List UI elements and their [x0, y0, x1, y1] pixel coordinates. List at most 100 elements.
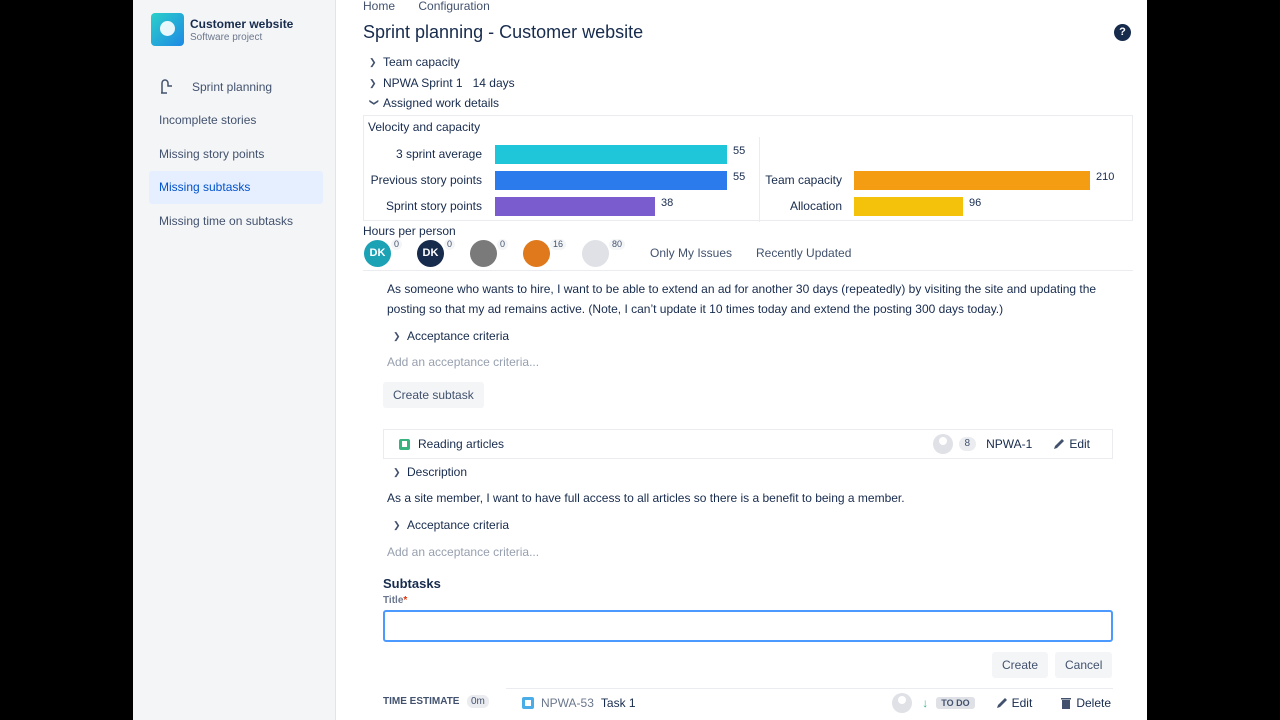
story-row-reading-articles[interactable]: Reading articles 8 NPWA-1 Edit [383, 429, 1113, 459]
sidebar-item-incomplete-stories[interactable]: Incomplete stories [149, 104, 323, 138]
cancel-button[interactable]: Cancel [1055, 652, 1113, 678]
title-field-label: Title* [383, 595, 407, 606]
hours-badge: 0 [497, 239, 509, 250]
main-content: Home Configuration Sprint planning - Cus… [363, 0, 1133, 720]
sidebar-item-label: Missing subtasks [159, 180, 251, 195]
sidebar-nav: Sprint planning Incomplete stories Missi… [149, 70, 323, 238]
chevron-right-icon: ❯ [369, 77, 377, 88]
sidebar-item-missing-story-points[interactable]: Missing story points [149, 137, 323, 171]
subtask-list: TIME ESTIMATE 0m NPWA-53 Task 1 ↓ TO DO … [383, 688, 1113, 716]
sidebar: Customer website Software project Sprint… [133, 0, 336, 720]
add-acceptance-link[interactable]: Add an acceptance criteria... [387, 545, 539, 559]
velocity-bar [854, 170, 1090, 190]
project-type: Software project [190, 31, 263, 43]
bar-label: Allocation [789, 199, 842, 213]
assignee-filter: DK 0 DK 0 0 16 80 Only My Issues Recently Upda… [363, 239, 1133, 268]
sprint-toggle[interactable]: ❯ NPWA Sprint 1 14 days [369, 76, 515, 90]
sprint-name: NPWA Sprint 1 [383, 76, 463, 90]
panel-divider [759, 137, 760, 222]
assignee-avatar[interactable]: DK [364, 240, 391, 267]
add-acceptance-link[interactable]: Add an acceptance criteria... [387, 355, 539, 369]
velocity-panel: Velocity and capacity 3 sprint average 55… [363, 115, 1133, 222]
assignee-avatar[interactable] [470, 240, 497, 267]
acceptance-toggle[interactable]: ❯ Acceptance criteria [393, 518, 509, 532]
edit-button[interactable]: Edit [1052, 437, 1090, 451]
hours-badge: 0 [391, 239, 403, 250]
subtask-edit-button[interactable]: Edit [995, 696, 1032, 710]
expander-label: Assigned work details [383, 96, 500, 110]
velocity-bar [495, 196, 655, 216]
velocity-bar [854, 196, 963, 216]
expander-label: Acceptance criteria [407, 329, 510, 343]
bar-value: 38 [661, 197, 674, 209]
divider [363, 270, 1133, 271]
bar-label: 3 sprint average [395, 147, 482, 161]
velocity-bar [495, 144, 727, 164]
expander-label: Team capacity [383, 55, 460, 69]
story-icon [399, 438, 410, 450]
description-toggle[interactable]: ❯ Description [393, 465, 467, 479]
assigned-work-toggle[interactable]: ❯ Assigned work details [369, 96, 500, 110]
acceptance-toggle[interactable]: ❯ Acceptance criteria [393, 329, 509, 343]
velocity-bar-row: Allocation 96 [762, 196, 981, 216]
bar-label: Team capacity [765, 173, 842, 187]
velocity-bar [495, 170, 727, 190]
unassigned-avatar-icon[interactable] [932, 434, 953, 454]
unassigned-avatar-icon[interactable] [892, 692, 913, 713]
expander-label: Description [407, 465, 468, 479]
subtask-key[interactable]: NPWA-53 [541, 696, 594, 710]
sidebar-item-label: Sprint planning [192, 79, 273, 94]
bar-label: Previous story points [370, 173, 482, 187]
breadcrumb-configuration[interactable]: Configuration [418, 0, 489, 13]
chevron-right-icon: ❯ [393, 330, 401, 341]
breadcrumb-home[interactable]: Home [363, 0, 395, 13]
chevron-right-icon: ❯ [393, 466, 401, 477]
subtasks-heading: Subtasks [383, 576, 441, 591]
assignee-avatar[interactable]: DK [417, 240, 444, 267]
recently-updated-filter[interactable]: Recently Updated [756, 246, 851, 260]
hours-badge: 0 [444, 239, 456, 250]
status-badge[interactable]: TO DO [936, 696, 975, 709]
hours-per-person-label: Hours per person [363, 224, 456, 238]
pencil-icon [996, 697, 1007, 708]
bar-label: Sprint story points [385, 199, 482, 213]
title-label-text: Title [383, 595, 404, 606]
time-estimate-badge: 0m [467, 695, 489, 708]
subtask-title-input[interactable] [383, 610, 1113, 642]
trash-icon [1061, 697, 1072, 709]
issue-key[interactable]: NPWA-1 [986, 437, 1032, 451]
sprint-icon [161, 79, 172, 94]
create-button[interactable]: Create [992, 652, 1049, 678]
subtask-delete-button[interactable]: Delete [1060, 696, 1111, 710]
velocity-bar-row: Team capacity 210 [762, 170, 1114, 190]
sidebar-item-label: Incomplete stories [159, 113, 257, 128]
expander-label: Acceptance criteria [407, 518, 510, 532]
velocity-bar-row: Previous story points 55 [366, 170, 745, 190]
bar-value: 210 [1096, 171, 1115, 183]
sidebar-item-label: Missing story points [159, 146, 265, 161]
story-title[interactable]: Reading articles [418, 437, 933, 451]
velocity-bar-row: 3 sprint average 55 [366, 144, 745, 164]
help-icon[interactable]: ? [1114, 24, 1131, 41]
sidebar-item-label: Missing time on subtasks [159, 213, 294, 228]
subtask-name[interactable]: Task 1 [601, 696, 892, 710]
assignee-avatar[interactable] [523, 240, 550, 267]
sidebar-item-sprint-planning[interactable]: Sprint planning [149, 70, 323, 104]
story-description: As someone who wants to hire, I want to … [387, 282, 1097, 316]
sidebar-item-missing-subtasks[interactable]: Missing subtasks [149, 170, 323, 204]
time-estimate-label: TIME ESTIMATE [383, 696, 460, 707]
avatar-initials: DK [369, 247, 386, 259]
team-capacity-toggle[interactable]: ❯ Team capacity [369, 55, 460, 69]
velocity-title: Velocity and capacity [368, 120, 481, 134]
sidebar-item-missing-time[interactable]: Missing time on subtasks [149, 204, 323, 238]
project-header[interactable]: Customer website Software project [151, 13, 293, 46]
only-my-issues-filter[interactable]: Only My Issues [650, 246, 732, 260]
story-description: As a site member, I want to have full ac… [387, 491, 905, 505]
subtask-row[interactable]: NPWA-53 Task 1 ↓ TO DO Edit Delete [506, 688, 1113, 716]
sprint-duration: 14 days [472, 76, 515, 90]
create-subtask-button[interactable]: Create subtask [383, 382, 484, 408]
assignee-avatar[interactable] [582, 240, 609, 267]
hours-badge: 16 [550, 239, 567, 250]
chevron-right-icon: ❯ [369, 56, 377, 67]
chevron-right-icon: ❯ [393, 519, 401, 530]
